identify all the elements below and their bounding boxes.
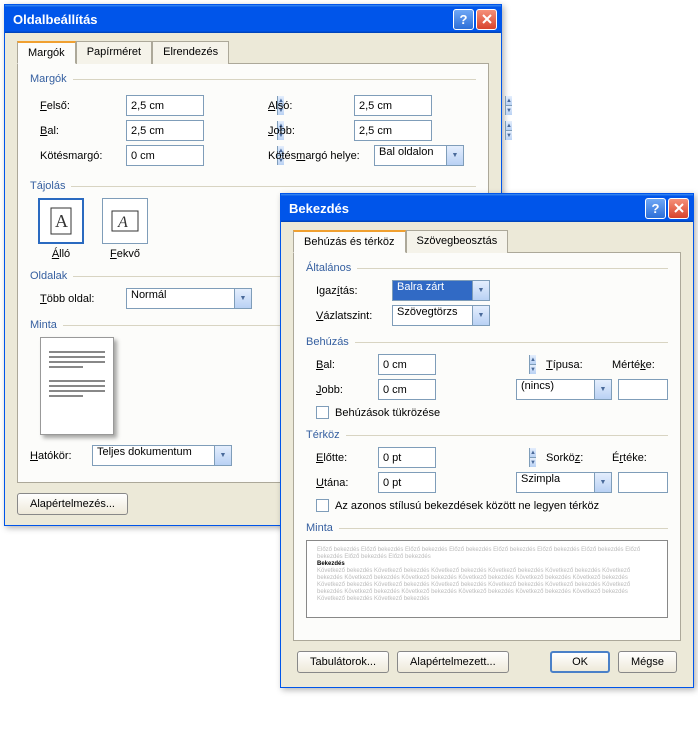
label-alignment: Igazítás: (316, 285, 386, 297)
group-pages: Oldalak (30, 270, 67, 282)
tab-paper[interactable]: Papírméret (76, 41, 152, 64)
label-portrait: Álló (52, 248, 70, 260)
label-applyto: Hatókör: (30, 450, 86, 462)
group-indent: Behúzás (306, 336, 349, 348)
label-bottom: Alsó: (268, 100, 348, 112)
label-right: Jobb: (268, 125, 348, 137)
orientation-portrait[interactable]: A (38, 198, 84, 244)
indent-right-spinner[interactable]: ▲▼ (378, 379, 436, 400)
label-outline: Vázlatszint: (316, 310, 386, 322)
label-indent-left: Bal: (316, 359, 372, 371)
help-button[interactable]: ? (453, 9, 474, 30)
label-gutter: Kötésmargó: (40, 150, 120, 162)
group-preview: Minta (306, 522, 333, 534)
label-special: Típusa: (546, 359, 606, 371)
close-button[interactable] (668, 198, 689, 219)
defaults-button[interactable]: Alapértelmezés... (17, 493, 128, 515)
tabstrip: Margók Papírméret Elrendezés (17, 41, 489, 64)
group-general: Általános (306, 262, 351, 274)
bottom-spinner[interactable]: ▲▼ (354, 95, 432, 116)
tabstrip: Behúzás és térköz Szövegbeosztás (293, 230, 681, 253)
titlebar[interactable]: Oldalbeállítás ? (5, 5, 501, 33)
linespacing-combo[interactable]: Szimpla▼ (516, 472, 612, 493)
label-top: Felső: (40, 100, 120, 112)
landscape-icon: A (111, 210, 139, 232)
tab-layout[interactable]: Elrendezés (152, 41, 229, 64)
tabs-button[interactable]: Tabulátorok... (297, 651, 389, 673)
gutter-pos-combo[interactable]: Bal oldalon▼ (374, 145, 464, 166)
svg-text:A: A (117, 214, 128, 231)
label-indent-right: Jobb: (316, 384, 372, 396)
right-spinner[interactable]: ▲▼ (354, 120, 432, 141)
portrait-icon: A (50, 207, 72, 235)
gutter-spinner[interactable]: ▲▼ (126, 145, 204, 166)
after-spinner[interactable]: ▲▼ (378, 472, 436, 493)
svg-text:A: A (55, 211, 68, 231)
label-at: Értéke: (612, 452, 668, 464)
tab-margins[interactable]: Margók (17, 41, 76, 64)
paragraph-dialog: Bekezdés ? Behúzás és térköz Szövegbeosz… (280, 193, 694, 688)
tab-indent[interactable]: Behúzás és térköz (293, 230, 406, 253)
titlebar[interactable]: Bekezdés ? (281, 194, 693, 222)
special-combo[interactable]: (nincs)▼ (516, 379, 612, 400)
applyto-combo[interactable]: Teljes dokumentum▼ (92, 445, 232, 466)
dialog-title: Bekezdés (289, 201, 645, 216)
close-icon (482, 14, 492, 24)
group-margins: Margók (30, 73, 67, 85)
before-spinner[interactable]: ▲▼ (378, 447, 436, 468)
group-orientation: Tájolás (30, 180, 65, 192)
close-icon (674, 203, 684, 213)
help-button[interactable]: ? (645, 198, 666, 219)
defaults-button[interactable]: Alapértelmezett... (397, 651, 509, 673)
indent-left-spinner[interactable]: ▲▼ (378, 354, 436, 375)
paragraph-preview: Előző bekezdés Előző bekezdés Előző beke… (306, 540, 668, 618)
label-after: Utána: (316, 477, 372, 489)
label-before: Előtte: (316, 452, 372, 464)
close-button[interactable] (476, 9, 497, 30)
cancel-button[interactable]: Mégse (618, 651, 677, 673)
label-mirror: Behúzások tükrözése (335, 407, 440, 419)
by1-spinner[interactable]: ▲▼ (618, 379, 668, 400)
dialog-title: Oldalbeállítás (13, 12, 453, 27)
label-landscape: Fekvő (110, 248, 140, 260)
mirror-checkbox[interactable] (316, 406, 329, 419)
label-linespacing: Sorköz: (546, 452, 606, 464)
orientation-landscape[interactable]: A (102, 198, 148, 244)
group-preview: Minta (30, 319, 57, 331)
alignment-combo[interactable]: Balra zárt▼ (392, 280, 490, 301)
label-gutter-pos: Kötésmargó helye: (268, 150, 368, 162)
top-spinner[interactable]: ▲▼ (126, 95, 204, 116)
left-spinner[interactable]: ▲▼ (126, 120, 204, 141)
at-spinner[interactable]: ▲▼ (618, 472, 668, 493)
label-nospace: Az azonos stílusú bekezdések között ne l… (335, 500, 599, 512)
label-left: Bal: (40, 125, 120, 137)
tab-flow[interactable]: Szövegbeosztás (406, 230, 509, 253)
nospace-checkbox[interactable] (316, 499, 329, 512)
label-by1: Mértéke: (612, 359, 668, 371)
page-preview (40, 337, 114, 435)
multipage-combo[interactable]: Normál▼ (126, 288, 252, 309)
label-multipage: Több oldal: (40, 293, 120, 305)
outline-combo[interactable]: Szövegtörzs▼ (392, 305, 490, 326)
ok-button[interactable]: OK (550, 651, 610, 673)
group-spacing: Térköz (306, 429, 340, 441)
